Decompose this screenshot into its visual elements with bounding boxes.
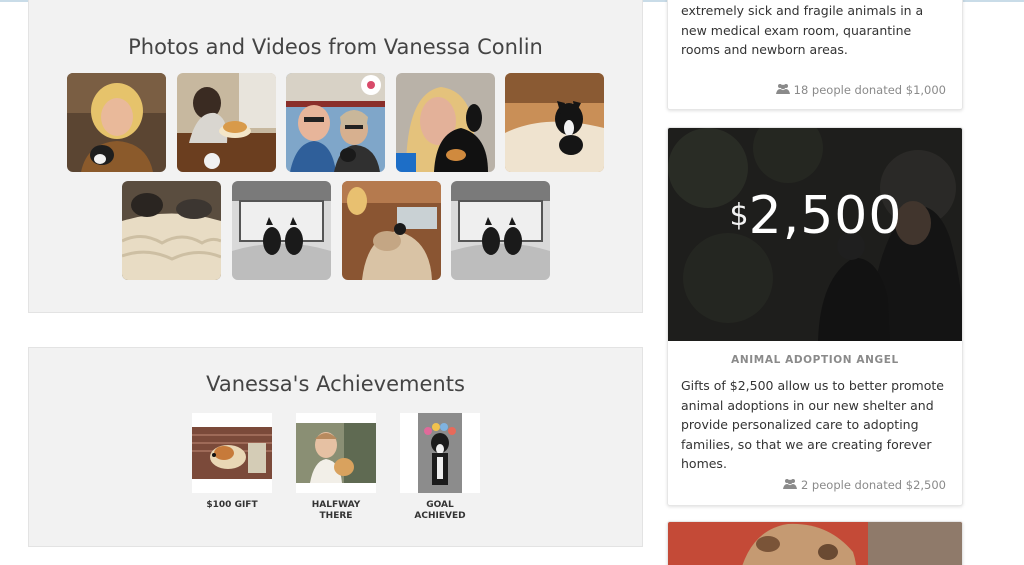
achievement-image [296,413,376,493]
achievements-section-title: Vanessa's Achievements [206,372,465,396]
donor-count-text: 18 people donated $1,000 [793,83,946,97]
photo-thumbnail[interactable] [505,73,604,172]
photo-thumbnail[interactable] [232,181,331,280]
card-description: Gifts of $2,500 allow us to better promo… [681,378,944,472]
donor-count: 2 people donated $2,500 [782,478,946,492]
achievement-label: $100 GIFT [206,500,258,510]
achievement-badge: HALFWAY THERE [296,413,376,522]
achievement-image [400,413,480,493]
photo-thumbnail[interactable] [177,73,276,172]
card-description: extremely sick and fragile animals in a … [681,3,924,58]
donation-level-card[interactable]: $2,500 ANIMAL ADOPTION ANGEL Gifts of $2… [667,127,963,506]
achievement-badge: GOAL ACHIEVED [400,413,480,522]
card-hero-image [668,522,962,565]
photos-section-title: Photos and Videos from Vanessa Conlin [128,35,543,59]
photo-thumbnail[interactable] [451,181,550,280]
gift-amount-value: 2,500 [748,186,903,246]
achievement-label: GOAL ACHIEVED [414,500,466,521]
donation-level-name: ANIMAL ADOPTION ANGEL [731,354,899,366]
photo-thumbnail[interactable] [342,181,441,280]
photos-videos-section: Photos and Videos from Vanessa Conlin [28,0,643,313]
photo-thumbnail[interactable] [122,181,221,280]
users-icon [782,478,797,492]
gift-currency: $ [729,198,749,233]
achievement-badge: $100 GIFT [192,413,272,511]
donation-level-card[interactable]: extremely sick and fragile animals in a … [667,0,963,110]
donation-level-card[interactable] [667,521,963,565]
gift-amount: $2,500 [668,186,962,246]
achievement-label: HALFWAY THERE [311,500,361,521]
photo-thumbnail[interactable] [67,73,166,172]
users-icon [775,83,790,97]
achievement-image [192,413,272,493]
card-hero-image: $2,500 [668,128,962,341]
photo-thumbnail[interactable] [396,73,495,172]
donor-count: 18 people donated $1,000 [775,83,946,97]
donor-count-text: 2 people donated $2,500 [800,478,946,492]
achievements-section: Vanessa's Achievements $100 GIFT HALFWAY… [28,347,643,547]
photo-thumbnail[interactable] [286,73,385,172]
